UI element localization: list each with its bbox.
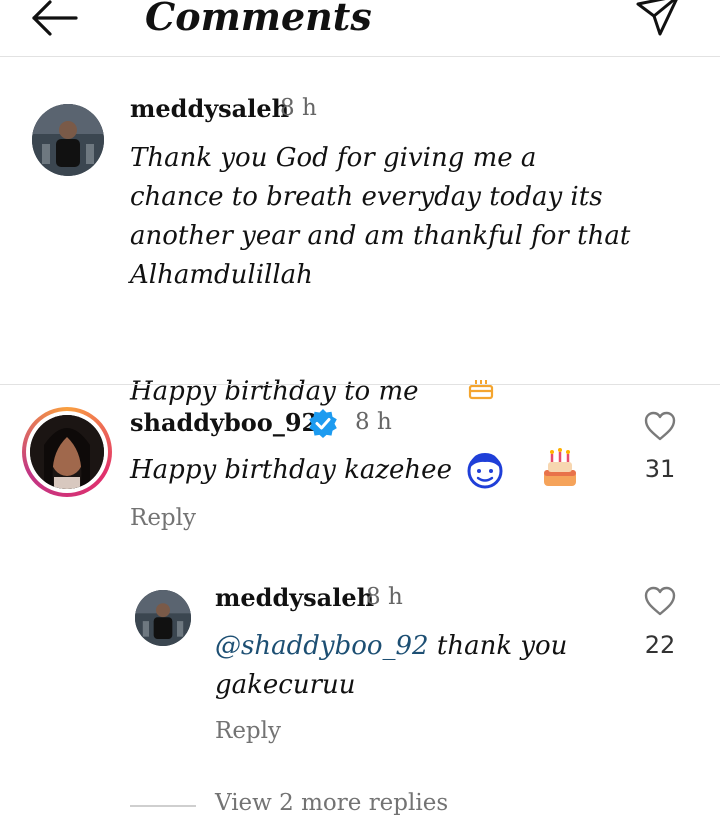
comment-time: 8 h (355, 409, 392, 435)
verified-badge-icon (309, 409, 337, 438)
person-avatar-icon (32, 104, 104, 176)
comment-text: Happy birthday kazehee (130, 451, 452, 490)
avatar-story-ring[interactable] (22, 407, 112, 497)
comment-time: 8 h (280, 95, 317, 121)
avatar[interactable] (135, 590, 191, 646)
birthday-cake-emoji-icon (544, 448, 576, 486)
heart-icon[interactable] (643, 410, 677, 442)
caption-divider (0, 384, 720, 385)
back-arrow-icon[interactable] (28, 0, 82, 40)
cake-emoji-icon (435, 334, 494, 451)
view-more-replies-button[interactable]: View 2 more replies (215, 790, 448, 816)
more-replies-line (130, 805, 196, 807)
avatar (30, 415, 104, 489)
heart-icon[interactable] (643, 585, 677, 617)
comment-text: Thank you God for giving me a chance to … (130, 139, 690, 451)
person-avatar-icon (135, 590, 191, 646)
comment-username[interactable]: meddysaleh (130, 94, 289, 123)
page-title: Comments (145, 0, 372, 39)
comment-text-content: Happy birthday kazehee (130, 455, 452, 485)
reply-button[interactable]: Reply (215, 718, 281, 744)
reply-button[interactable]: Reply (130, 505, 196, 531)
reply-time: 8 h (366, 584, 403, 610)
reply-text: @shaddyboo_92 thank you gakecuruu (215, 627, 615, 705)
person-avatar-icon (30, 415, 104, 489)
send-icon[interactable] (636, 0, 680, 40)
reply-username[interactable]: meddysaleh (215, 583, 374, 612)
like-count: 22 (644, 631, 676, 659)
mention-link[interactable]: @shaddyboo_92 (215, 631, 429, 661)
header-divider (0, 56, 720, 57)
caption-comment (32, 104, 104, 176)
comment-text-content: Thank you God for giving me a chance to … (130, 143, 631, 407)
boy-face-emoji-icon (467, 453, 503, 489)
avatar[interactable] (32, 104, 104, 176)
comment-username[interactable]: shaddyboo_92 (130, 408, 318, 437)
like-count: 31 (644, 455, 676, 483)
